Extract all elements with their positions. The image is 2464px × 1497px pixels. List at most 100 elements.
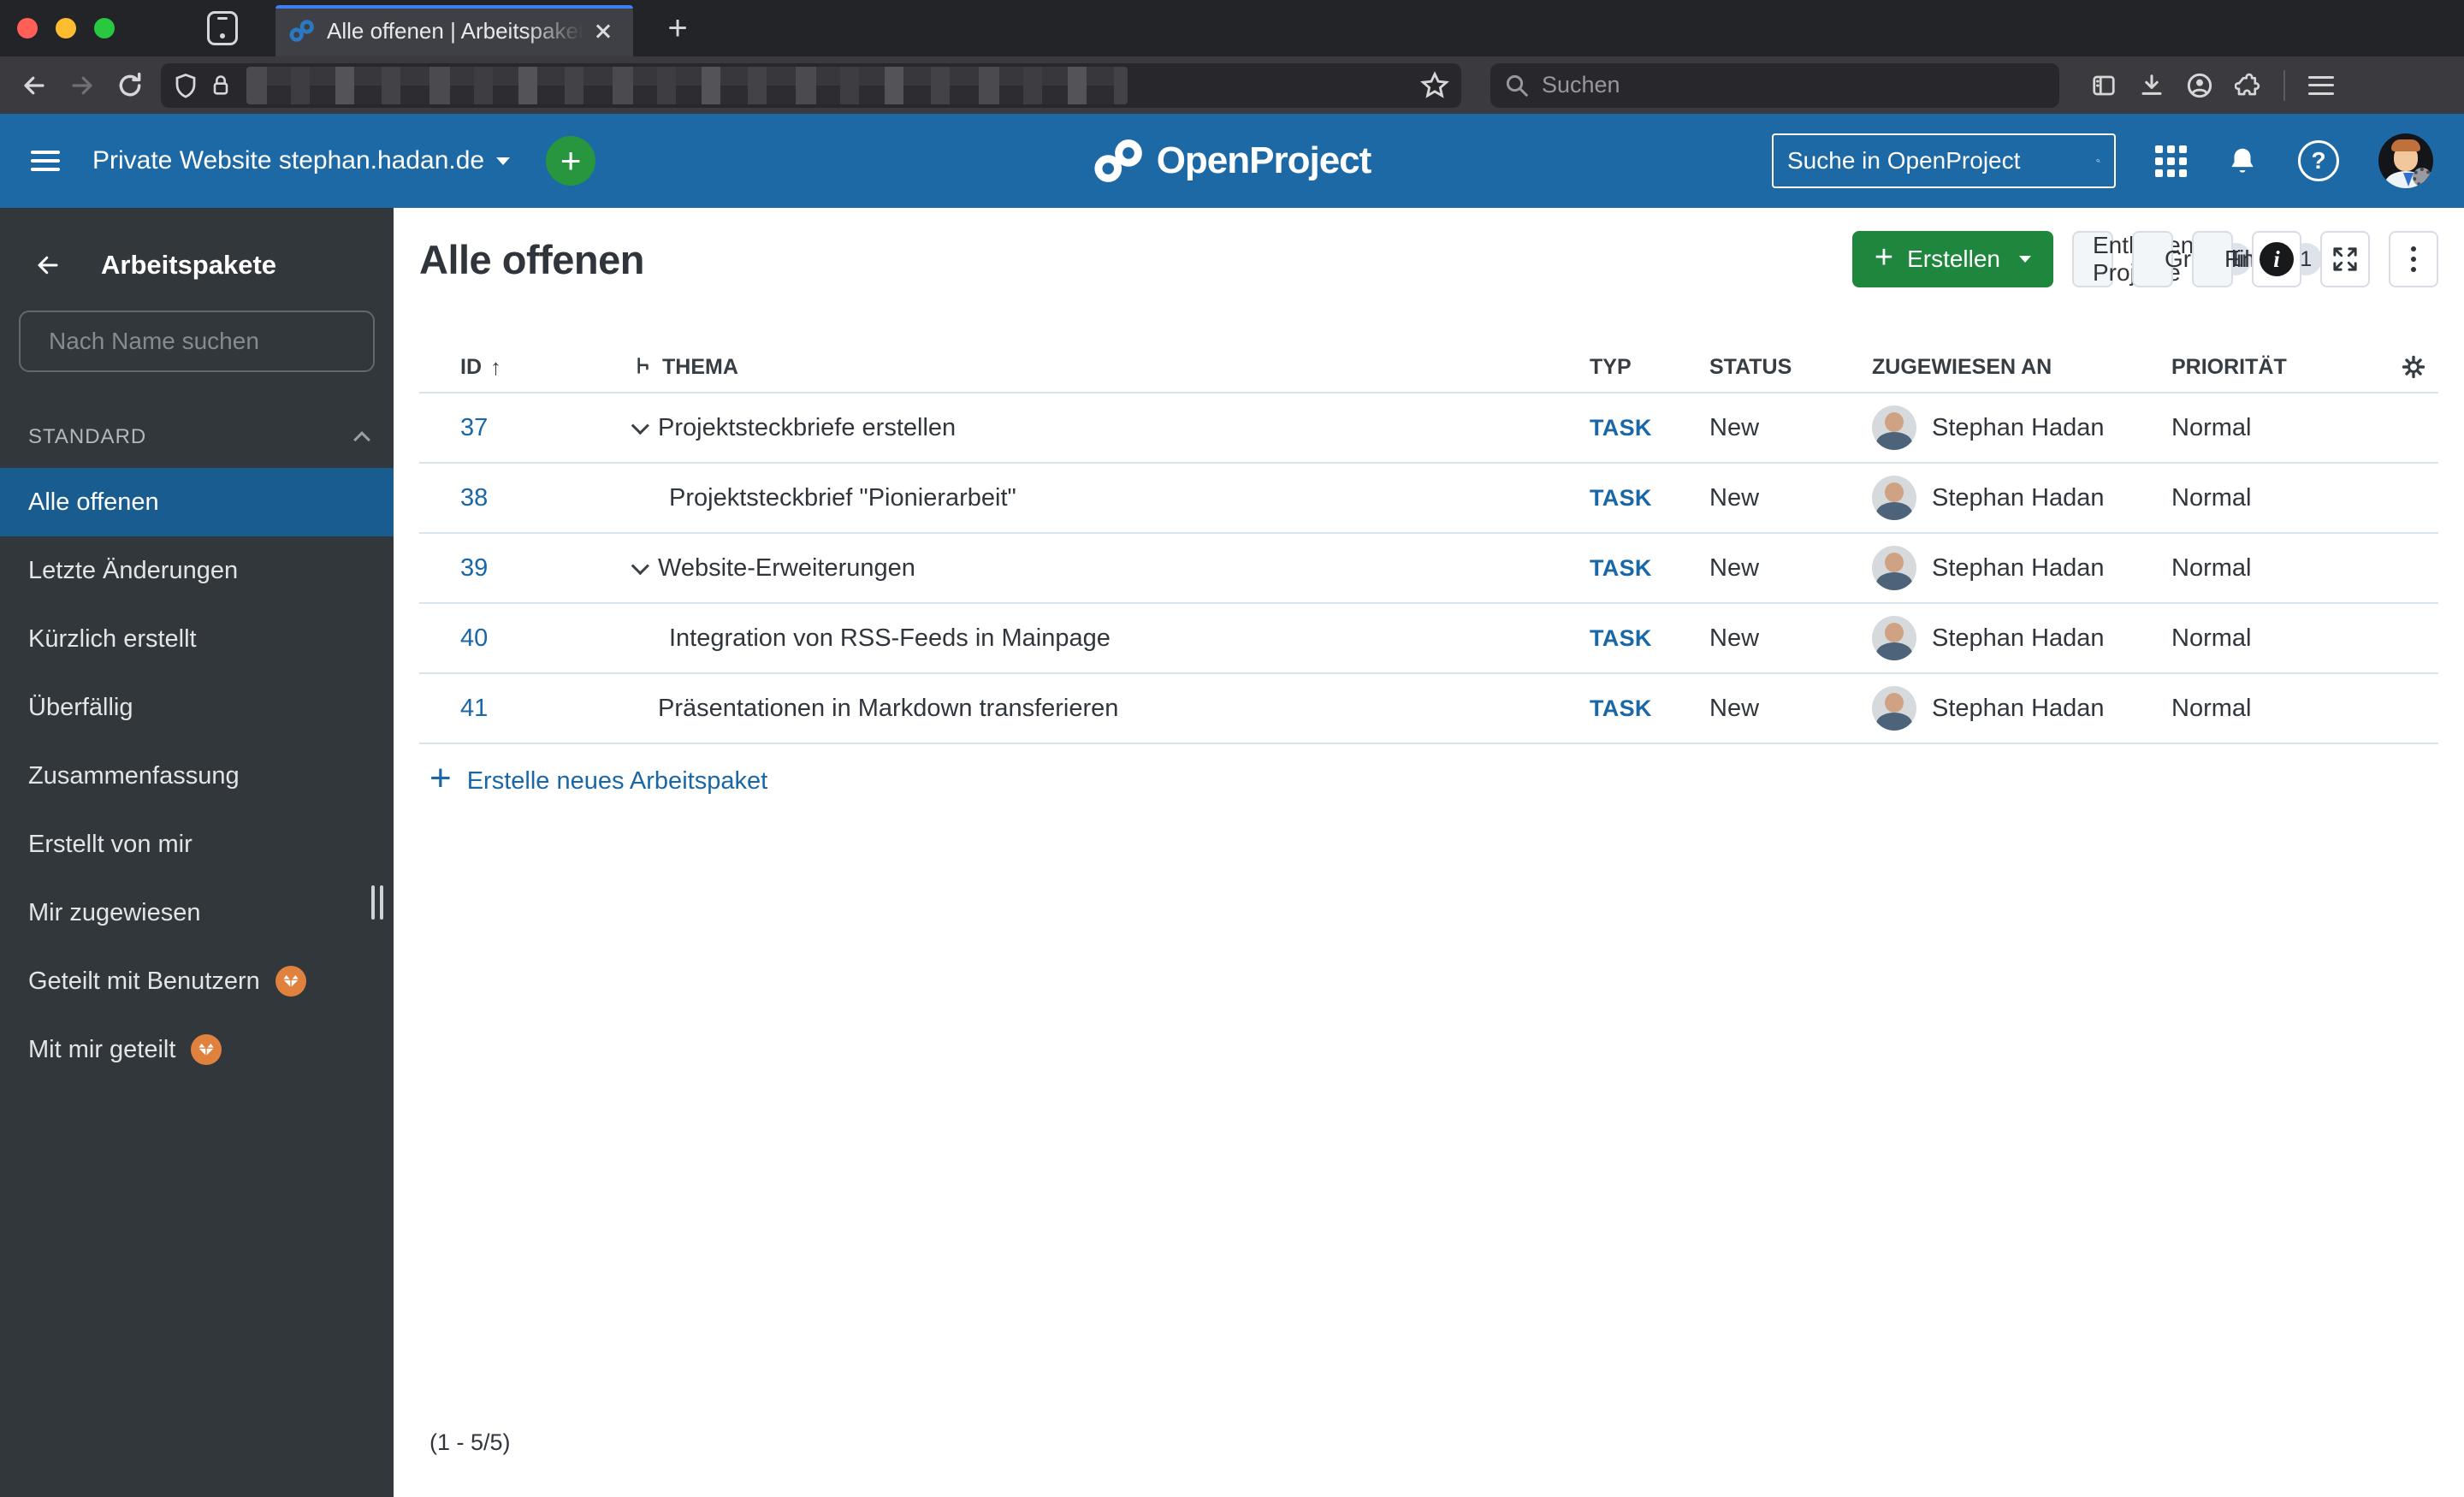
sidebar-resize-handle[interactable] [371, 885, 383, 920]
assignee-name[interactable]: Stephan Hadan [1932, 624, 2105, 653]
browser-search-input[interactable] [1542, 72, 2004, 98]
create-button[interactable]: + Erstellen [1851, 231, 2053, 287]
column-header-assignee[interactable]: ZUGEWIESEN AN [1872, 355, 2171, 380]
browser-search-bar[interactable] [1490, 62, 2059, 108]
assignee-name[interactable]: Stephan Hadan [1932, 414, 2105, 442]
global-search-box[interactable] [1772, 133, 2116, 188]
baseline-button[interactable]: Grundlinie [2132, 231, 2303, 287]
column-header-id[interactable]: ID ↑ [460, 354, 631, 381]
browser-tab[interactable]: Alle offenen | Arbeitspakete | Priv [275, 5, 633, 56]
create-new-work-package-link[interactable]: + Erstelle neues Arbeitspaket [419, 760, 2438, 797]
work-package-id-link[interactable]: 40 [460, 624, 631, 653]
work-package-priority[interactable]: Normal [2171, 695, 2377, 723]
global-search-input[interactable] [1787, 147, 2096, 175]
help-icon[interactable]: ? [2298, 140, 2339, 181]
firefox-view-icon[interactable] [207, 11, 238, 45]
table-row[interactable]: 38 Projektsteckbrief "Pionierarbeit" TAS… [419, 464, 2438, 534]
work-package-status[interactable]: New [1709, 484, 1872, 512]
main-menu-toggle-icon[interactable] [31, 151, 60, 171]
work-package-priority[interactable]: Normal [2171, 414, 2377, 442]
fullscreen-button[interactable] [2320, 231, 2370, 287]
new-tab-button[interactable]: + [657, 8, 698, 49]
more-options-button[interactable] [2389, 231, 2438, 287]
user-avatar[interactable] [2378, 133, 2433, 188]
lock-icon[interactable] [209, 72, 233, 99]
table-row[interactable]: 39 Website-Erweiterungen TASK New Stepha… [419, 534, 2438, 604]
column-header-subject[interactable]: THEMA [631, 355, 1590, 380]
sidebar-search-box[interactable] [19, 311, 375, 372]
work-package-type[interactable]: TASK [1590, 695, 1709, 722]
work-package-status[interactable]: New [1709, 624, 1872, 653]
collapse-chevron-icon[interactable] [631, 416, 649, 435]
column-header-type[interactable]: TYP [1590, 355, 1709, 380]
table-row[interactable]: 41 Präsentationen in Markdown transferie… [419, 674, 2438, 744]
sidebar-section-standard[interactable]: STANDARD [28, 425, 370, 449]
assignee-name[interactable]: Stephan Hadan [1932, 484, 2105, 512]
work-package-priority[interactable]: Normal [2171, 554, 2377, 583]
collapse-chevron-icon[interactable] [631, 556, 649, 575]
account-icon[interactable] [2176, 63, 2224, 108]
filter-button[interactable]: Filter 1 [2192, 231, 2352, 287]
assignee-name[interactable]: Stephan Hadan [1932, 695, 2105, 723]
included-projects-button[interactable]: Enthaltene Projekte 1 [2072, 231, 2281, 287]
sidebar-item-alle-offenen[interactable]: Alle offenen [0, 468, 394, 536]
notifications-bell-icon[interactable] [2226, 144, 2259, 178]
toolbar-separator [2283, 69, 2285, 101]
bookmark-star-icon[interactable] [1420, 70, 1449, 100]
sidebars-icon[interactable] [2080, 63, 2128, 108]
back-button[interactable] [10, 63, 58, 108]
table-settings-button[interactable] [2401, 354, 2438, 380]
minimize-window-button[interactable] [56, 18, 76, 38]
work-package-status[interactable]: New [1709, 414, 1872, 442]
sidebar-item-kuerzlich-erstellt[interactable]: Kürzlich erstellt [0, 605, 394, 673]
work-package-type[interactable]: TASK [1590, 485, 1709, 512]
sidebar-item-geteilt-mit-benutzern[interactable]: Geteilt mit Benutzern [0, 947, 394, 1015]
table-row[interactable]: 40 Integration von RSS-Feeds in Mainpage… [419, 604, 2438, 674]
column-header-status[interactable]: STATUS [1709, 355, 1872, 380]
work-package-priority[interactable]: Normal [2171, 624, 2377, 653]
sidebar-search-input[interactable] [49, 328, 358, 355]
project-select[interactable]: Private Website stephan.hadan.de [92, 146, 511, 175]
table-row[interactable]: 37 Projektsteckbriefe erstellen TASK New… [419, 393, 2438, 464]
openproject-logo[interactable]: OpenProject [1093, 139, 1371, 183]
close-tab-icon[interactable] [589, 16, 618, 45]
column-label: STATUS [1709, 354, 1792, 379]
work-package-priority[interactable]: Normal [2171, 484, 2377, 512]
menu-hamburger-icon[interactable] [2297, 63, 2345, 108]
downloads-icon[interactable] [2128, 63, 2176, 108]
work-package-id-link[interactable]: 38 [460, 484, 631, 512]
work-package-type[interactable]: TASK [1590, 415, 1709, 441]
sidebar-item-zusammenfassung[interactable]: Zusammenfassung [0, 742, 394, 810]
work-package-type[interactable]: TASK [1590, 625, 1709, 652]
work-package-subject[interactable]: Integration von RSS-Feeds in Mainpage [669, 624, 1111, 653]
reload-button[interactable] [106, 63, 154, 108]
column-header-priority[interactable]: PRIORITÄT [2171, 355, 2377, 380]
sidebar-item-mir-zugewiesen[interactable]: Mir zugewiesen [0, 879, 394, 947]
work-package-id-link[interactable]: 39 [460, 554, 631, 583]
work-package-subject[interactable]: Projektsteckbrief "Pionierarbeit" [669, 484, 1016, 512]
global-add-button[interactable]: + [546, 136, 596, 186]
work-package-status[interactable]: New [1709, 695, 1872, 723]
work-package-id-link[interactable]: 41 [460, 695, 631, 723]
forward-button[interactable] [58, 63, 106, 108]
zoom-window-button[interactable] [94, 18, 115, 38]
info-button[interactable]: i [2252, 231, 2301, 287]
work-package-type[interactable]: TASK [1590, 555, 1709, 582]
extensions-puzzle-icon[interactable] [2224, 63, 2272, 108]
work-package-subject[interactable]: Präsentationen in Markdown transferieren [658, 695, 1118, 723]
work-package-status[interactable]: New [1709, 554, 1872, 583]
sidebar-item-ueberfaellig[interactable]: Überfällig [0, 673, 394, 742]
sidebar-item-erstellt-von-mir[interactable]: Erstellt von mir [0, 810, 394, 879]
back-arrow-icon[interactable] [33, 252, 63, 278]
hierarchy-icon[interactable] [631, 356, 654, 378]
address-bar[interactable] [161, 62, 1461, 108]
sidebar-item-mit-mir-geteilt[interactable]: Mit mir geteilt [0, 1015, 394, 1084]
work-package-subject[interactable]: Website-Erweiterungen [658, 554, 915, 583]
work-package-subject[interactable]: Projektsteckbriefe erstellen [658, 414, 956, 442]
assignee-name[interactable]: Stephan Hadan [1932, 554, 2105, 583]
modules-grid-icon[interactable] [2155, 145, 2187, 177]
tracking-protection-shield-icon[interactable] [173, 72, 198, 99]
sidebar-item-letzte-aenderungen[interactable]: Letzte Änderungen [0, 536, 394, 605]
close-window-button[interactable] [17, 18, 38, 38]
work-package-id-link[interactable]: 37 [460, 414, 631, 442]
